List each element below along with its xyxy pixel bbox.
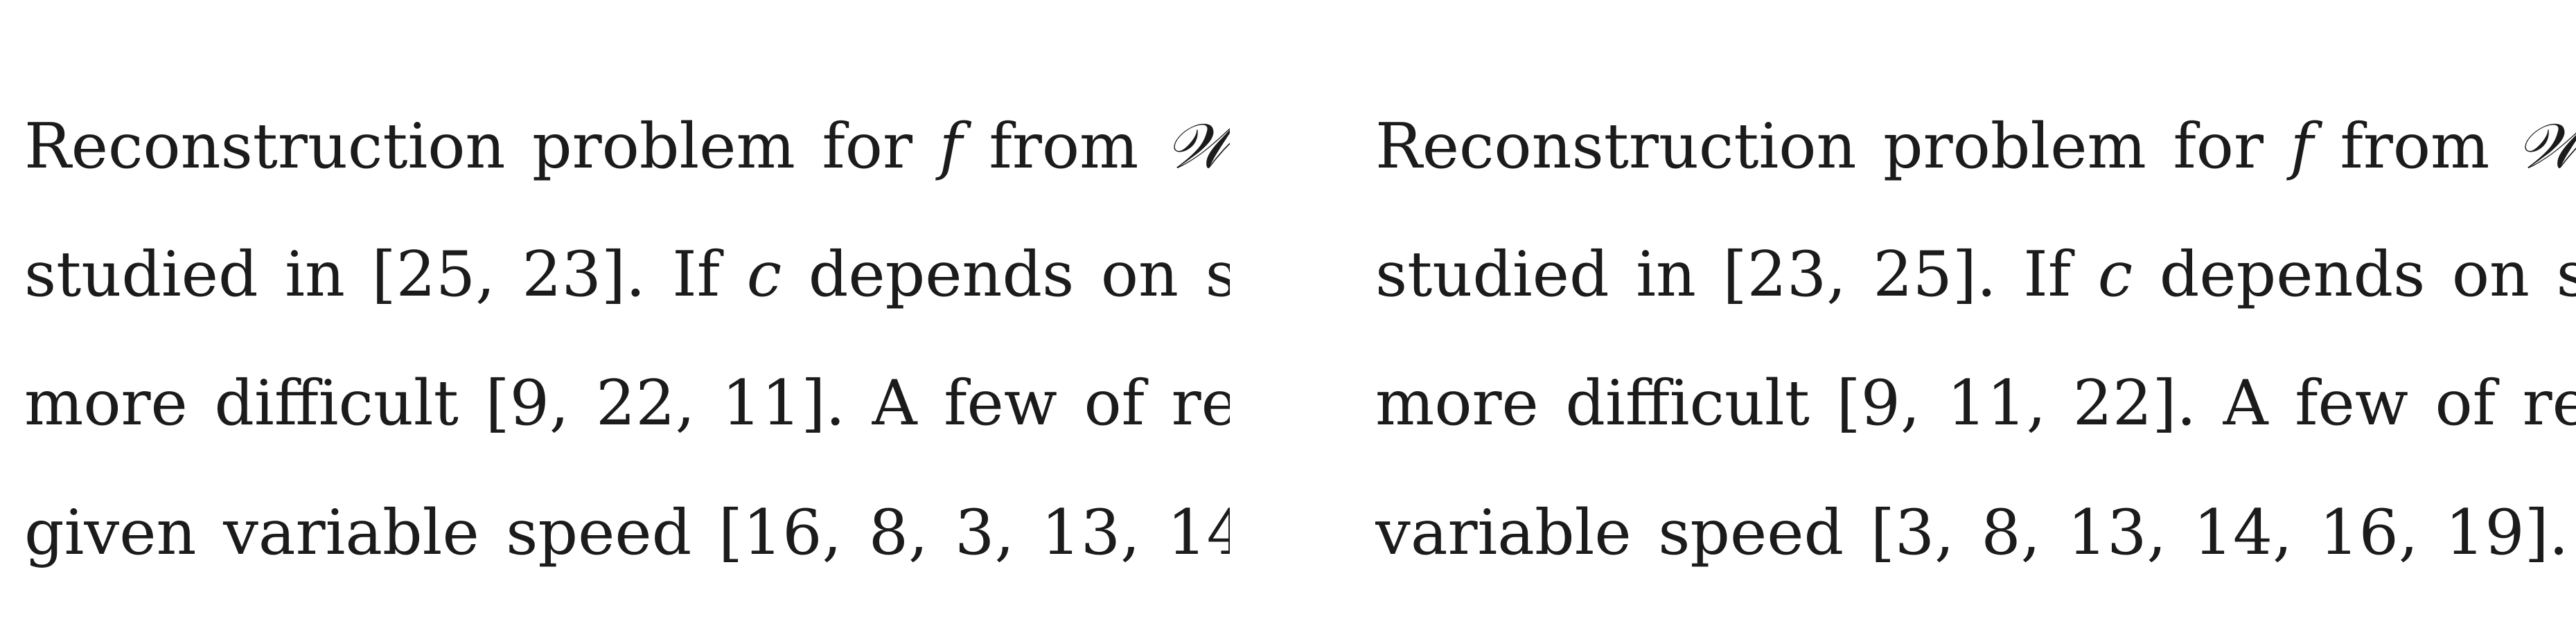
right-line-3: more difficult [9, 11, 22]. A few of res… xyxy=(1375,367,2576,440)
left-text-panel: Reconstruction problem for f from 𝒲cf, ·… xyxy=(24,0,1230,621)
left-line-2-lead: studied in [25, 23]. If xyxy=(24,238,747,311)
left-line-4: given variable speed [16, 8, 3, 13, 14, … xyxy=(24,496,1230,569)
left-line-1: Reconstruction problem for f from 𝒲cf, · xyxy=(24,116,1230,181)
right-line-1-lead: Reconstruction problem for xyxy=(1375,110,2291,183)
left-line-2-tail: depends on space xyxy=(808,238,1230,311)
right-line-2-c: c xyxy=(2097,238,2133,311)
right-line-4: variable speed [3, 8, 13, 14, 16, 19]. xyxy=(1375,496,2569,569)
right-line-1-w: 𝒲 xyxy=(2516,110,2576,183)
right-line-1-f: f xyxy=(2290,110,2313,183)
left-line-1-lead: Reconstruction problem for xyxy=(24,110,939,183)
right-line-1-between: from xyxy=(2313,110,2516,183)
right-line-1: Reconstruction problem for f from 𝒲cf, · xyxy=(1375,116,2576,181)
right-line-2: studied in [23, 25]. If c depends on spa… xyxy=(1375,244,2576,306)
left-line-1-f: f xyxy=(939,110,962,183)
left-line-2: studied in [25, 23]. If c depends on spa… xyxy=(24,244,1230,306)
left-line-3: more difficult [9, 22, 11]. A few of res… xyxy=(24,367,1230,440)
left-line-1-w: 𝒲 xyxy=(1165,110,1230,183)
right-text-panel: Reconstruction problem for f from 𝒲cf, ·… xyxy=(1375,0,2576,621)
left-line-2-c: c xyxy=(746,238,782,311)
right-line-2-tail: depends on space xyxy=(2159,238,2576,311)
left-line-1-between: from xyxy=(962,110,1165,183)
right-line-2-lead: studied in [23, 25]. If xyxy=(1375,238,2098,311)
